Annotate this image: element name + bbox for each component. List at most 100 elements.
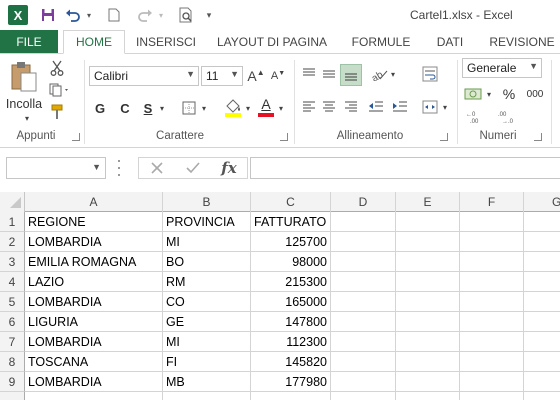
column-header-c[interactable]: C xyxy=(251,192,331,212)
row-header[interactable]: 6 xyxy=(0,312,25,332)
cell-a[interactable]: LOMBARDIA xyxy=(25,372,163,392)
cell-e[interactable] xyxy=(396,352,460,372)
row-header[interactable]: 5 xyxy=(0,292,25,312)
cell-c[interactable]: 215300 xyxy=(251,272,331,292)
align-left-icon[interactable] xyxy=(300,98,318,116)
cell-c[interactable]: FATTURATO xyxy=(251,212,331,232)
align-center-icon[interactable] xyxy=(320,98,338,116)
cell-g[interactable] xyxy=(524,292,560,312)
cell-f[interactable] xyxy=(460,252,524,272)
font-name-combo[interactable]: Calibri ▼ xyxy=(89,66,199,86)
new-icon[interactable] xyxy=(103,4,125,26)
formula-input[interactable] xyxy=(250,157,560,179)
font-color-dropdown-icon[interactable]: ▾ xyxy=(276,98,286,118)
cell-d[interactable] xyxy=(331,332,396,352)
row-header[interactable]: 7 xyxy=(0,332,25,352)
increase-indent-icon[interactable] xyxy=(390,98,410,116)
redo-dropdown-icon[interactable]: ▾ xyxy=(156,4,166,26)
cancel-icon[interactable] xyxy=(139,158,175,178)
splitter-handle[interactable] xyxy=(118,160,122,176)
cell-g[interactable] xyxy=(524,352,560,372)
undo-dropdown-icon[interactable]: ▾ xyxy=(84,4,94,26)
cell-b[interactable]: PROVINCIA xyxy=(163,212,251,232)
cell-f[interactable] xyxy=(460,392,524,400)
cell-g[interactable] xyxy=(524,232,560,252)
cell-e[interactable] xyxy=(396,392,460,400)
cell-c[interactable]: 112300 xyxy=(251,332,331,352)
font-size-combo[interactable]: 11 ▼ xyxy=(201,66,243,86)
row-header[interactable]: 3 xyxy=(0,252,25,272)
cell-e[interactable] xyxy=(396,292,460,312)
cell-b[interactable]: MI xyxy=(163,232,251,252)
accounting-format-icon[interactable] xyxy=(462,84,484,104)
name-box[interactable]: ▼ xyxy=(6,157,106,179)
increase-decimal-icon[interactable]: ←0.00 xyxy=(464,108,488,126)
cell-c[interactable]: 125700 xyxy=(251,232,331,252)
cell-b[interactable]: FI xyxy=(163,352,251,372)
bold-button[interactable]: G xyxy=(92,98,108,118)
cell-a[interactable]: LOMBARDIA xyxy=(25,232,163,252)
cell-d[interactable] xyxy=(331,392,396,400)
fill-color-icon[interactable] xyxy=(222,96,244,118)
cell-e[interactable] xyxy=(396,252,460,272)
cell-d[interactable] xyxy=(331,252,396,272)
cell-d[interactable] xyxy=(331,232,396,252)
decrease-decimal-icon[interactable]: .00 →.0 xyxy=(496,108,520,126)
cell-g[interactable] xyxy=(524,392,560,400)
cell-b[interactable]: GE xyxy=(163,312,251,332)
cell-a[interactable]: TOSCANA xyxy=(25,352,163,372)
cell-d[interactable] xyxy=(331,292,396,312)
appunti-launcher-icon[interactable] xyxy=(72,133,80,141)
cell-c[interactable]: 165000 xyxy=(251,292,331,312)
borders-icon[interactable] xyxy=(178,98,200,118)
orientation-dropdown-icon[interactable]: ▾ xyxy=(388,65,398,83)
grow-font-button[interactable]: A ▲ xyxy=(247,66,264,86)
cell-c[interactable] xyxy=(251,392,331,400)
tab-dati[interactable]: DATI xyxy=(428,30,472,54)
column-header-e[interactable]: E xyxy=(396,192,460,212)
cell-f[interactable] xyxy=(460,232,524,252)
cell-b[interactable]: MI xyxy=(163,332,251,352)
cell-d[interactable] xyxy=(331,212,396,232)
italic-button[interactable]: C xyxy=(117,98,133,118)
cell-e[interactable] xyxy=(396,212,460,232)
cell-a[interactable]: LAZIO xyxy=(25,272,163,292)
cell-f[interactable] xyxy=(460,372,524,392)
align-right-icon[interactable] xyxy=(342,98,360,116)
accounting-dropdown-icon[interactable]: ▾ xyxy=(484,84,494,104)
cell-e[interactable] xyxy=(396,272,460,292)
cell-c[interactable]: 98000 xyxy=(251,252,331,272)
align-top-icon[interactable] xyxy=(300,65,318,83)
cell-e[interactable] xyxy=(396,232,460,252)
numeri-launcher-icon[interactable] xyxy=(534,133,542,141)
shrink-font-button[interactable]: A ▼ xyxy=(270,66,286,86)
copy-icon[interactable] xyxy=(47,81,73,99)
align-middle-icon[interactable] xyxy=(320,65,338,83)
tab-inserisci[interactable]: INSERISCI xyxy=(132,30,200,54)
cell-g[interactable] xyxy=(524,212,560,232)
cell-b[interactable]: BO xyxy=(163,252,251,272)
cell-a[interactable]: EMILIA ROMAGNA xyxy=(25,252,163,272)
cell-d[interactable] xyxy=(331,352,396,372)
cell-a[interactable] xyxy=(25,392,163,400)
row-header[interactable]: 1 xyxy=(0,212,25,232)
enter-icon[interactable] xyxy=(175,158,211,178)
cell-f[interactable] xyxy=(460,312,524,332)
cell-f[interactable] xyxy=(460,352,524,372)
borders-dropdown-icon[interactable]: ▾ xyxy=(199,98,209,118)
underline-button[interactable]: S xyxy=(140,98,156,118)
column-header-b[interactable]: B xyxy=(163,192,251,212)
font-color-button[interactable]: A xyxy=(256,96,276,118)
decrease-indent-icon[interactable] xyxy=(366,98,386,116)
wrap-text-icon[interactable] xyxy=(420,64,440,84)
cell-g[interactable] xyxy=(524,272,560,292)
row-header[interactable]: 4 xyxy=(0,272,25,292)
cell-d[interactable] xyxy=(331,372,396,392)
fill-color-dropdown-icon[interactable]: ▾ xyxy=(243,98,253,118)
cell-f[interactable] xyxy=(460,212,524,232)
cell-d[interactable] xyxy=(331,312,396,332)
column-header-f[interactable]: F xyxy=(460,192,524,212)
tab-layout-di-pagina[interactable]: LAYOUT DI PAGINA xyxy=(212,30,332,54)
select-all-button[interactable] xyxy=(0,192,25,212)
save-icon[interactable] xyxy=(37,4,59,26)
